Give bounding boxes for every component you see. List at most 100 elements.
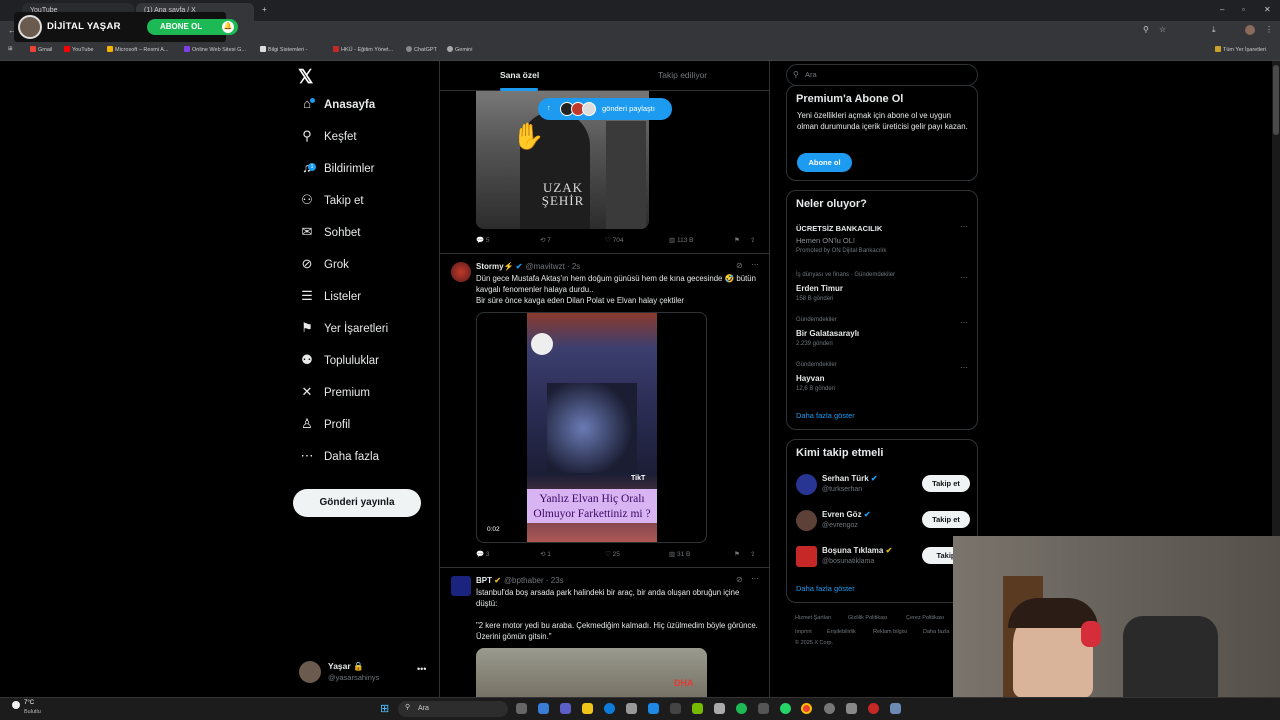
sidebar-item-communities[interactable]: ⚉ Topluluklar (298, 352, 428, 376)
new-posts-pill[interactable]: ↑ gönderi paylaştı (538, 98, 672, 120)
repost-button[interactable]: ⟲ 7 (540, 236, 551, 244)
tweet-image[interactable]: DHA (476, 648, 707, 697)
follow-button[interactable]: Takip et (922, 511, 970, 528)
sidebar-item-list[interactable]: ☰ Listeler (298, 288, 428, 312)
share-icon[interactable]: ⇪ (750, 550, 755, 558)
footer-link[interactable]: Erişilebilirlik (827, 629, 856, 635)
trend-item[interactable]: Gündemdekiler Bir Galatasaraylı 2.239 gö… (787, 313, 977, 353)
footer-link[interactable]: Reklam bilgisi (873, 629, 907, 635)
grok-icon[interactable]: ⊘ (736, 261, 743, 270)
file-explorer-icon[interactable] (582, 703, 593, 714)
more-icon[interactable]: ⋯ (960, 222, 968, 231)
tweet-author[interactable]: BPT ✔ @bpthaber · 23s (476, 576, 564, 585)
like-button[interactable]: ♡ 704 (605, 236, 624, 244)
footer-link[interactable]: Daha fazla (923, 629, 949, 635)
footer-link[interactable]: Imprint (795, 629, 812, 635)
sidebar-item-x-premium[interactable]: ✕ Premium (298, 384, 428, 408)
app-icon[interactable] (758, 703, 769, 714)
bookmark-icon[interactable]: ⚑ (734, 550, 740, 558)
sidebar-item-search[interactable]: ⚲ Keşfet (298, 128, 428, 152)
sidebar-item-profile[interactable]: ♙ Profil (298, 416, 428, 440)
zoom-icon[interactable]: ⚲ (1143, 25, 1149, 34)
task-view-icon[interactable] (516, 703, 527, 714)
sidebar-item-grok[interactable]: ⊘ Grok (298, 256, 428, 280)
trend-item[interactable]: ÜCRETSİZ BANKACILIK Hemen ON'lu OL! Prom… (787, 220, 977, 264)
repost-button[interactable]: ⟲ 1 (540, 550, 551, 558)
footer-link[interactable]: Hizmet Şartları (795, 615, 831, 621)
sidebar-item-bookmark[interactable]: ⚑ Yer İşaretleri (298, 320, 428, 344)
more-icon[interactable]: ••• (417, 664, 426, 674)
maximize-icon[interactable]: ▫ (1242, 5, 1245, 14)
views-button[interactable]: ▥ 31 B (669, 550, 690, 558)
subscribe-button[interactable]: ABONE OL 🔔 (147, 19, 238, 35)
timeline[interactable]: Sana özel Takip ediliyor ✋ UZAK ŞEHİR ↑ … (439, 61, 770, 697)
more-icon[interactable]: ⋯ (960, 318, 968, 327)
app-icon[interactable] (648, 703, 659, 714)
trend-item[interactable]: İş dünyası ve finans · Gündemdekiler Erd… (787, 268, 977, 308)
new-tab-icon[interactable]: + (262, 5, 267, 14)
tab-following[interactable]: Takip ediliyor (658, 70, 707, 80)
nvidia-icon[interactable] (692, 703, 703, 714)
avatar[interactable] (451, 576, 471, 596)
sidebar-item-home[interactable]: ⌂ Anasayfa (298, 96, 428, 120)
follow-suggestion[interactable]: Evren Göz ✔ @evrengoz Takip et (787, 508, 977, 538)
close-window-icon[interactable]: ✕ (1264, 5, 1271, 14)
apps-icon[interactable]: ⊞ (8, 46, 13, 52)
scrollbar-thumb[interactable] (1273, 65, 1279, 135)
taskbar-search[interactable]: Ara (398, 701, 508, 717)
more-icon[interactable]: ⋯ (751, 574, 759, 583)
minimize-icon[interactable]: – (1220, 5, 1224, 14)
photos-icon[interactable] (714, 703, 725, 714)
profile-avatar[interactable] (1245, 25, 1255, 35)
whatsapp-icon[interactable] (780, 703, 791, 714)
search-input[interactable]: Ara (786, 64, 978, 86)
show-more-link[interactable]: Daha fazla göster (796, 584, 855, 593)
subscribe-premium-button[interactable]: Abone ol (797, 153, 852, 172)
more-icon[interactable]: ⋯ (751, 260, 759, 269)
bookmark-gemini[interactable]: Gemini (447, 46, 472, 53)
star-icon[interactable]: ☆ (1159, 25, 1166, 34)
bookmark-hku[interactable]: HKÜ - Eğitim Yönet... (333, 46, 393, 53)
bookmark-youtube[interactable]: YouTube (64, 46, 94, 53)
reply-button[interactable]: 💬 5 (476, 236, 490, 244)
follow-suggestion[interactable]: Boşuna Tıklama ✔ @bosunatiklama Takip (787, 544, 977, 574)
show-more-link[interactable]: Daha fazla göster (796, 411, 855, 420)
sidebar-item-add-user[interactable]: ⚇ Takip et (298, 192, 428, 216)
app-icon[interactable] (824, 703, 835, 714)
windows-start-icon[interactable]: ⊞ (380, 702, 389, 715)
chrome-icon[interactable] (801, 703, 812, 714)
bookmark-microsoft[interactable]: Microsoft – Resmi A... (107, 46, 169, 53)
tweet-video[interactable]: TikT Yanlız Elvan Hiç Oralı Olmuyor Fark… (476, 312, 707, 543)
app-icon[interactable] (868, 703, 879, 714)
account-switcher[interactable]: Yaşar 🔒 @yasarsahinys ••• (299, 660, 431, 686)
app-icon[interactable] (846, 703, 857, 714)
like-button[interactable]: ♡ 25 (605, 550, 620, 558)
menu-icon[interactable]: ⋮ (1265, 25, 1273, 34)
download-icon[interactable]: ⤓ (1212, 25, 1216, 35)
follow-button[interactable]: Takip et (922, 475, 970, 492)
tweet-author[interactable]: Stormy⚡ ✔ @mavitwzt · 2s (476, 262, 580, 271)
bookmark-gmail[interactable]: Gmail (30, 46, 52, 53)
teams-icon[interactable] (560, 703, 571, 714)
views-button[interactable]: ▥ 113 B (669, 236, 693, 244)
more-icon[interactable]: ⋯ (960, 363, 968, 372)
post-button[interactable]: Gönderi yayınla (293, 489, 421, 517)
copilot-icon[interactable] (538, 703, 549, 714)
spotify-icon[interactable] (736, 703, 747, 714)
tab-for-you[interactable]: Sana özel (500, 70, 539, 80)
avatar[interactable] (451, 262, 471, 282)
footer-link[interactable]: Gizlilik Politikası (848, 615, 887, 621)
x-logo-icon[interactable]: 𝕏 (298, 66, 313, 89)
follow-suggestion[interactable]: Serhan Türk ✔ @turkserhan Takip et (787, 472, 977, 502)
bookmark-webdesign[interactable]: Online Web Sitesi G... (184, 46, 246, 53)
sidebar-item-mail[interactable]: ✉ Sohbet (298, 224, 428, 248)
bookmark-icon[interactable]: ⚑ (734, 236, 740, 244)
sidebar-item-bell[interactable]: ♫ Bildirimler (298, 160, 428, 184)
reply-button[interactable]: 💬 3 (476, 550, 490, 558)
more-icon[interactable]: ⋯ (960, 273, 968, 282)
grok-icon[interactable]: ⊘ (736, 575, 743, 584)
all-bookmarks[interactable]: Tüm Yer İşaretleri (1215, 46, 1266, 53)
bookmark-chatgpt[interactable]: ChatGPT (406, 46, 437, 53)
share-icon[interactable]: ⇪ (750, 236, 755, 244)
sidebar-item-more[interactable]: ⋯ Daha fazla (298, 448, 428, 472)
